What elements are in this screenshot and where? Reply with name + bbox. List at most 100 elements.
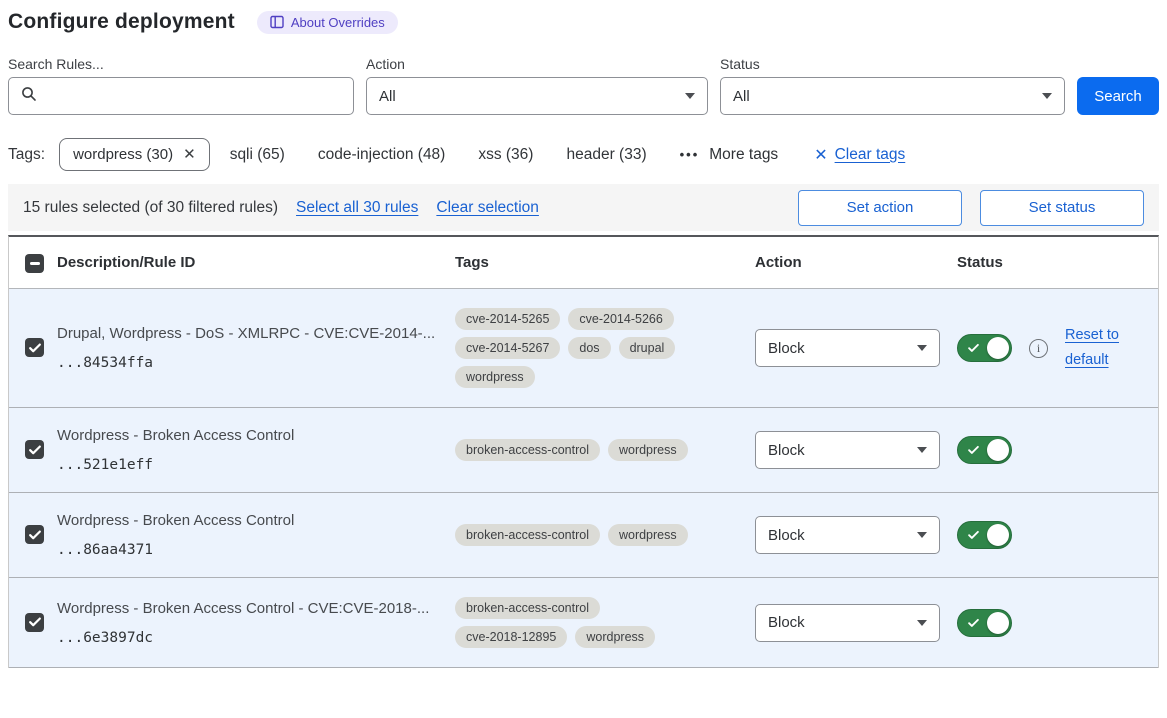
rule-tags: cve-2014-5265cve-2014-5266cve-2014-5267d… xyxy=(455,308,719,388)
chevron-down-icon xyxy=(917,620,927,626)
rule-status-toggle[interactable] xyxy=(957,334,1012,362)
tag-pill: wordpress xyxy=(575,626,655,648)
row-checkbox[interactable] xyxy=(25,525,44,544)
select-all-checkbox[interactable] xyxy=(25,254,44,273)
tag-pill: cve-2014-5267 xyxy=(455,337,560,359)
search-rules-inputbox xyxy=(8,77,354,115)
toggle-knob xyxy=(987,337,1009,359)
chevron-down-icon xyxy=(685,93,695,99)
check-icon xyxy=(968,445,979,455)
selection-summary: 15 rules selected (of 30 filtered rules) xyxy=(23,199,278,217)
info-icon[interactable]: i xyxy=(1029,339,1048,358)
rule-action-select[interactable]: Block xyxy=(755,604,940,642)
action-filter-value: All xyxy=(379,88,396,105)
rule-description: Wordpress - Broken Access Control xyxy=(57,512,455,529)
check-icon xyxy=(29,617,41,627)
about-overrides-label: About Overrides xyxy=(291,15,385,30)
ellipsis-icon: ••• xyxy=(680,147,700,162)
table-row: Wordpress - Broken Access Control - CVE:… xyxy=(9,578,1158,668)
tag-pill: cve-2014-5266 xyxy=(568,308,673,330)
status-filter-select[interactable]: All xyxy=(720,77,1065,115)
tag-filter[interactable]: code-injection (48) xyxy=(318,146,446,164)
check-icon xyxy=(968,530,979,540)
set-status-button[interactable]: Set status xyxy=(980,190,1144,226)
action-filter-select[interactable]: All xyxy=(366,77,708,115)
set-action-button[interactable]: Set action xyxy=(798,190,962,226)
clear-selection-link[interactable]: Clear selection xyxy=(436,199,539,217)
rule-status-toggle[interactable] xyxy=(957,609,1012,637)
tag-pill: broken-access-control xyxy=(455,439,600,461)
search-rules-label: Search Rules... xyxy=(8,56,354,72)
rule-action-select[interactable]: Block xyxy=(755,329,940,367)
selected-tag-label: wordpress (30) xyxy=(73,146,173,163)
table-row: Drupal, Wordpress - DoS - XMLRPC - CVE:C… xyxy=(9,289,1158,408)
reset-to-default-link[interactable]: Reset to default xyxy=(1065,323,1131,372)
rule-id: ...6e3897dc xyxy=(57,630,455,646)
tag-filter-list: sqli (65) code-injection (48) xss (36) head… xyxy=(230,146,647,164)
toggle-knob xyxy=(987,612,1009,634)
rule-action-value: Block xyxy=(768,442,805,459)
rule-action-select[interactable]: Block xyxy=(755,431,940,469)
page-title: Configure deployment xyxy=(8,10,235,34)
tag-pill: dos xyxy=(568,337,610,359)
tag-pill: cve-2018-12895 xyxy=(455,626,567,648)
rule-tags: broken-access-controlwordpress xyxy=(455,439,719,461)
tag-pill: broken-access-control xyxy=(455,524,600,546)
rule-id: ...521e1eff xyxy=(57,457,455,473)
rule-action-value: Block xyxy=(768,614,805,631)
selected-tag-chip[interactable]: wordpress (30) ✕ xyxy=(59,138,210,171)
tag-filter[interactable]: header (33) xyxy=(566,146,646,164)
book-icon xyxy=(270,15,284,29)
selection-bar: 15 rules selected (of 30 filtered rules)… xyxy=(8,184,1159,231)
tag-pill: wordpress xyxy=(455,366,535,388)
status-filter-label: Status xyxy=(720,56,1065,72)
rule-status-toggle[interactable] xyxy=(957,436,1012,464)
tag-pill: wordpress xyxy=(608,524,688,546)
toggle-knob xyxy=(987,524,1009,546)
tag-filter[interactable]: sqli (65) xyxy=(230,146,285,164)
select-all-link[interactable]: Select all 30 rules xyxy=(296,199,418,217)
tag-pill: broken-access-control xyxy=(455,597,600,619)
check-icon xyxy=(968,343,979,353)
more-tags-button[interactable]: ••• More tags xyxy=(680,146,779,164)
chevron-down-icon xyxy=(917,532,927,538)
about-overrides-badge[interactable]: About Overrides xyxy=(257,11,398,34)
clear-tags-link[interactable]: ✕ Clear tags xyxy=(814,145,905,165)
search-rules-input[interactable] xyxy=(45,88,341,105)
rule-description: Drupal, Wordpress - DoS - XMLRPC - CVE:C… xyxy=(57,325,455,342)
tag-pill: drupal xyxy=(619,337,676,359)
tag-filter[interactable]: xss (36) xyxy=(478,146,533,164)
search-icon xyxy=(21,86,37,107)
clear-icon: ✕ xyxy=(814,145,827,165)
rule-action-value: Block xyxy=(768,527,805,544)
rule-tags: broken-access-control wordpress xyxy=(455,524,719,546)
table-body: Drupal, Wordpress - DoS - XMLRPC - CVE:C… xyxy=(9,289,1158,668)
column-header-tags: Tags xyxy=(455,254,755,271)
table-header-row: Description/Rule ID Tags Action Status xyxy=(9,237,1158,289)
rule-action-value: Block xyxy=(768,340,805,357)
status-filter-value: All xyxy=(733,88,750,105)
table-row: Wordpress - Broken Access Control ...86a… xyxy=(9,493,1158,578)
clear-tags-label: Clear tags xyxy=(835,146,906,164)
check-icon xyxy=(29,445,41,455)
column-header-action: Action xyxy=(755,254,957,271)
search-button[interactable]: Search xyxy=(1077,77,1159,115)
check-icon xyxy=(29,343,41,353)
more-tags-label: More tags xyxy=(709,146,778,164)
tags-label: Tags: xyxy=(8,146,45,164)
column-header-status: Status xyxy=(957,254,1158,271)
row-checkbox[interactable] xyxy=(25,613,44,632)
toggle-knob xyxy=(987,439,1009,461)
row-checkbox[interactable] xyxy=(25,338,44,357)
remove-tag-icon[interactable]: ✕ xyxy=(183,147,196,162)
chevron-down-icon xyxy=(917,345,927,351)
configure-deployment-page: Configure deployment About Overrides Sea… xyxy=(0,0,1167,668)
row-checkbox[interactable] xyxy=(25,440,44,459)
table-row: Wordpress - Broken Access Control ...521… xyxy=(9,408,1158,493)
column-header-description: Description/Rule ID xyxy=(57,254,455,271)
rule-description: Wordpress - Broken Access Control - CVE:… xyxy=(57,600,455,617)
rule-action-select[interactable]: Block xyxy=(755,516,940,554)
chevron-down-icon xyxy=(1042,93,1052,99)
rule-status-toggle[interactable] xyxy=(957,521,1012,549)
action-filter-label: Action xyxy=(366,56,708,72)
